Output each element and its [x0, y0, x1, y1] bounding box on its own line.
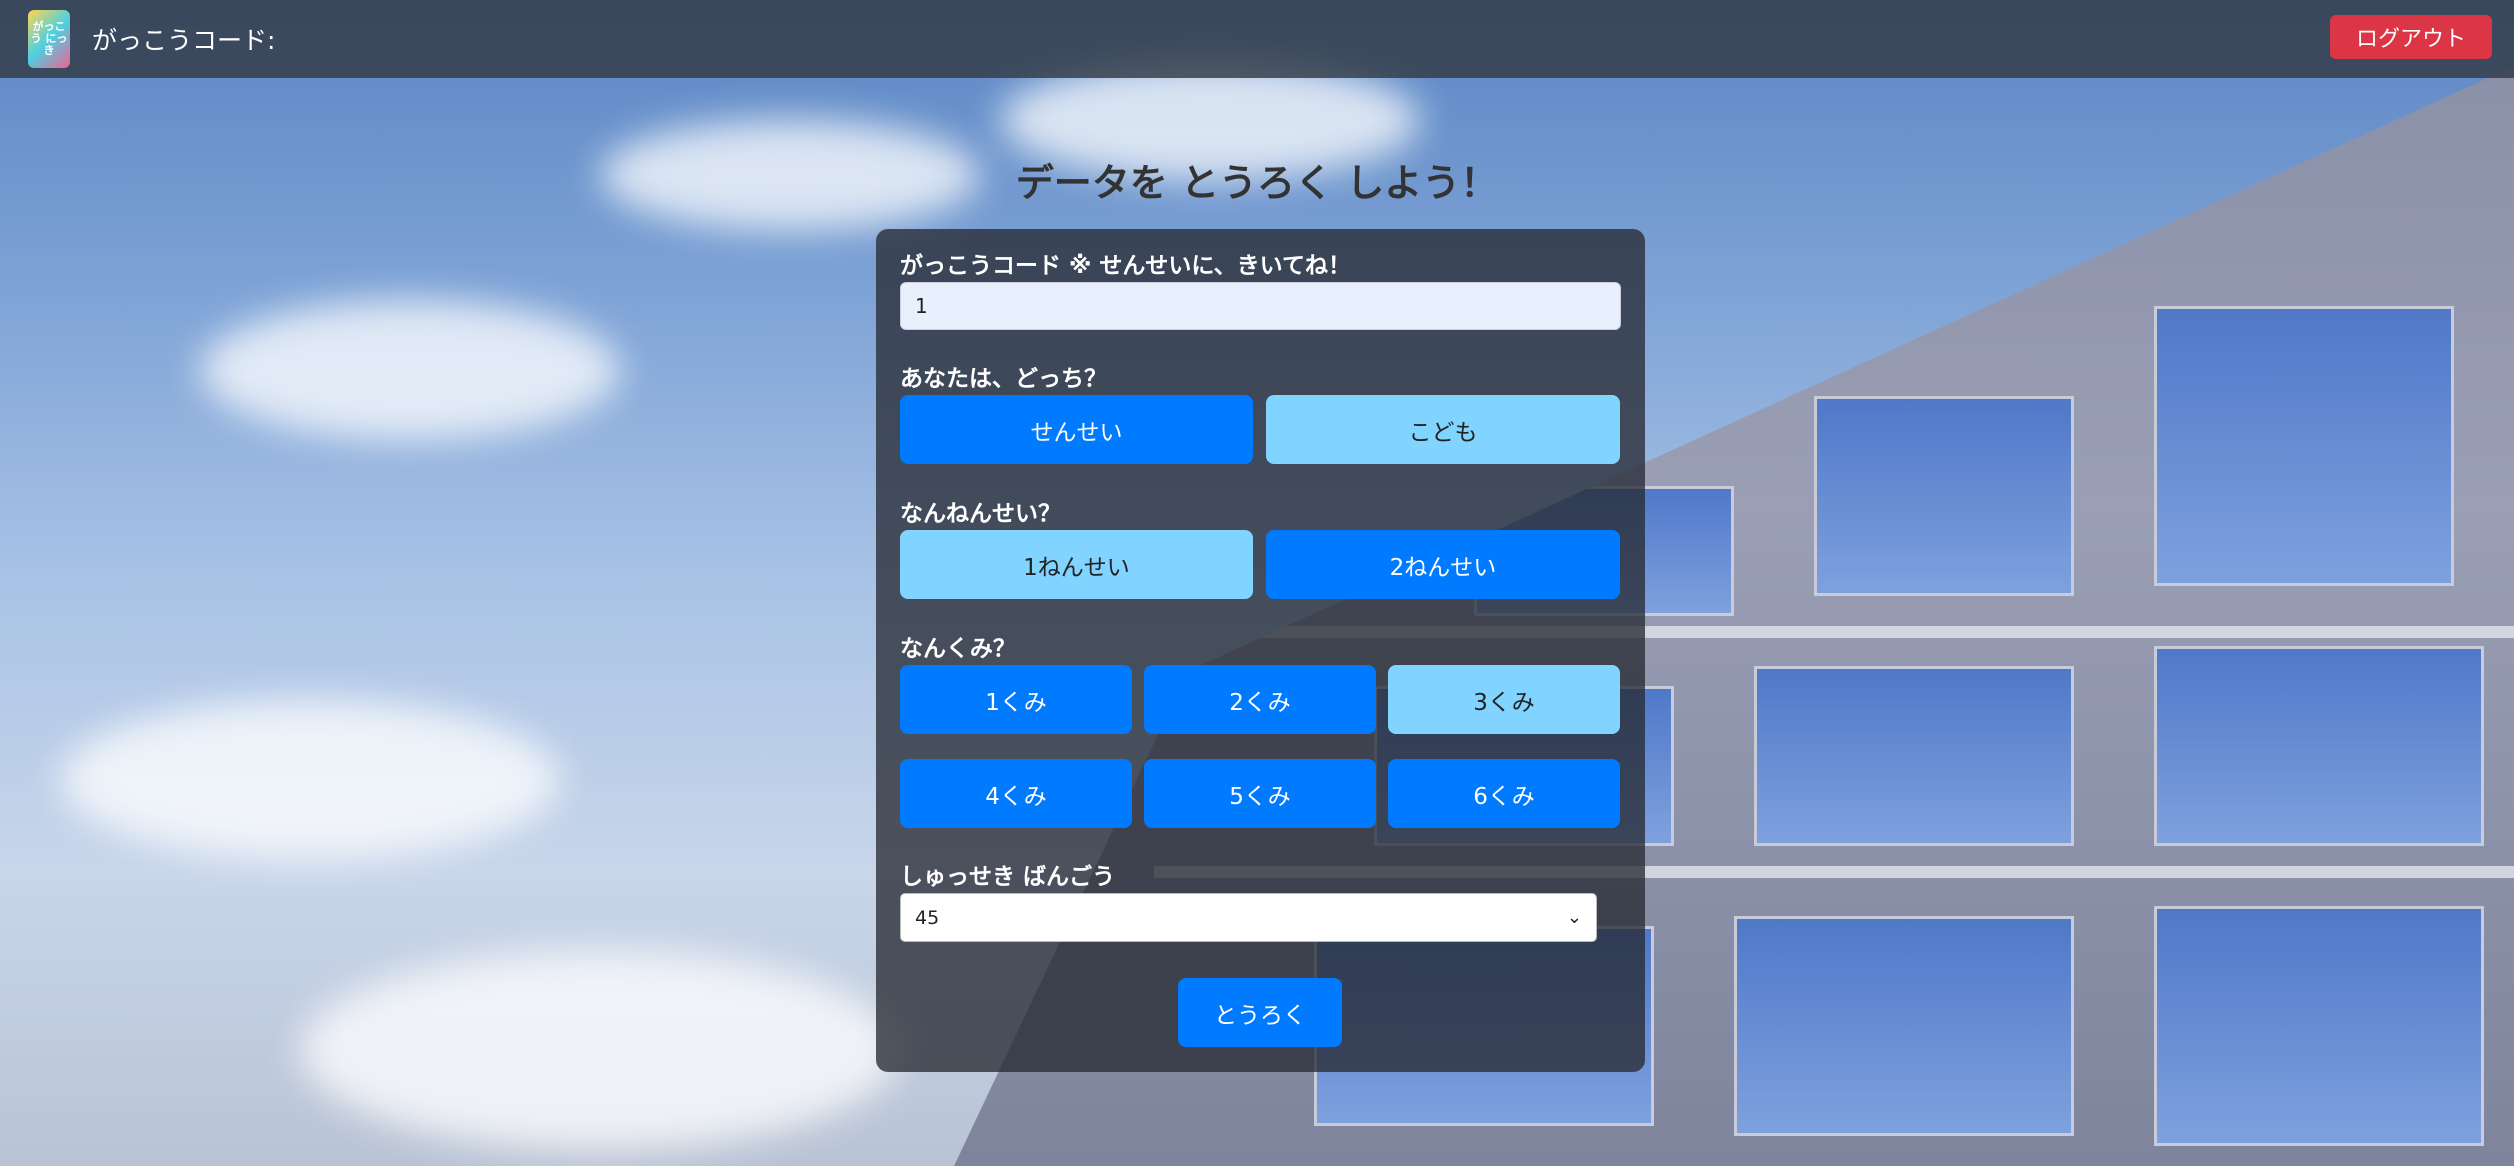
- class-2-button[interactable]: 2くみ: [1144, 665, 1376, 734]
- grade-1-button[interactable]: 1ねんせい: [900, 530, 1253, 599]
- role-teacher-button[interactable]: せんせい: [900, 395, 1253, 464]
- school-code-input[interactable]: [900, 282, 1621, 330]
- class-6-button[interactable]: 6くみ: [1388, 759, 1620, 828]
- student-number-label: しゅっせき ばんごう: [900, 864, 1116, 890]
- class-1-button[interactable]: 1くみ: [900, 665, 1132, 734]
- role-child-button[interactable]: こども: [1266, 395, 1620, 464]
- school-code-title: がっこうコード:: [92, 26, 276, 55]
- chevron-down-icon: ⌄: [1566, 907, 1582, 928]
- class-label: なんくみ？: [900, 636, 1016, 662]
- student-number-value: 45: [915, 906, 940, 929]
- app-logo[interactable]: がっこう にっき: [28, 10, 70, 68]
- top-navbar: がっこう にっき がっこうコード: ログアウト: [0, 0, 2514, 78]
- class-4-button[interactable]: 4くみ: [900, 759, 1132, 828]
- logout-button[interactable]: ログアウト: [2329, 15, 2492, 59]
- grade-label: なんねんせい？: [900, 501, 1061, 527]
- class-5-button[interactable]: 5くみ: [1144, 759, 1376, 828]
- school-code-label: がっこうコード ※ せんせいに、きいてね！: [900, 253, 1351, 279]
- registration-form: がっこうコード ※ せんせいに、きいてね！ あなたは、どっち？ せんせい こども…: [876, 229, 1645, 1072]
- role-label: あなたは、どっち？: [900, 366, 1107, 392]
- page-title: データを とうろく しよう！: [1015, 161, 1499, 205]
- class-3-button[interactable]: 3くみ: [1388, 665, 1620, 734]
- student-number-select[interactable]: 45 ⌄: [900, 893, 1597, 942]
- logo-text: がっこう にっき: [30, 19, 68, 58]
- grade-2-button[interactable]: 2ねんせい: [1266, 530, 1620, 599]
- register-button[interactable]: とうろく: [1178, 978, 1342, 1047]
